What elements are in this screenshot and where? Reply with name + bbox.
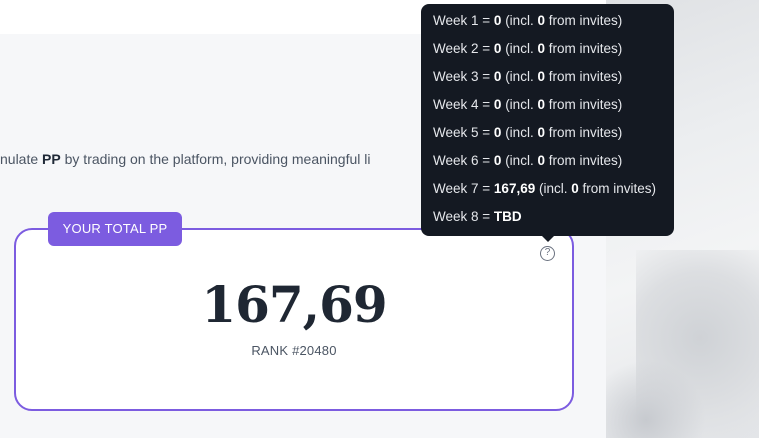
total-pp-tag: YOUR TOTAL PP (48, 212, 182, 246)
week-label: Week 1 = (433, 13, 494, 28)
week-end: from invites) (544, 41, 623, 56)
week-invites: 0 (537, 125, 545, 140)
week-label: Week 2 = (433, 41, 494, 56)
week-mid: (incl. (501, 97, 538, 112)
week-label: Week 7 = (433, 181, 494, 196)
rank-label: RANK #20480 (251, 343, 337, 358)
tooltip-row-week-2: Week 2 = 0 (incl. 0 from invites) (433, 39, 674, 67)
week-mid: (incl. (501, 13, 538, 28)
week-mid: (incl. (501, 41, 538, 56)
week-label: Week 4 = (433, 97, 494, 112)
week-invites: 0 (537, 13, 545, 28)
week-mid: (incl. (501, 125, 538, 140)
week-end: from invites) (544, 13, 623, 28)
intro-prefix: nulate (0, 151, 43, 167)
week-end: from invites) (544, 153, 623, 168)
week-value: 167,69 (493, 181, 536, 196)
week-invites: 0 (571, 181, 579, 196)
week-end: from invites) (544, 125, 623, 140)
week-invites: 0 (537, 153, 545, 168)
week-mid: (incl. (535, 181, 572, 196)
tooltip-row-week-5: Week 5 = 0 (incl. 0 from invites) (433, 123, 674, 151)
week-invites: 0 (537, 97, 545, 112)
intro-text: nulate PP by trading on the platform, pr… (0, 150, 430, 172)
week-label: Week 6 = (433, 153, 494, 168)
week-label: Week 5 = (433, 125, 494, 140)
tooltip-row-week-7: Week 7 = 167,69 (incl. 0 from invites) (433, 179, 674, 207)
tooltip-row-week-8: Week 8 = TBD (433, 207, 674, 235)
week-end: from invites) (544, 69, 623, 84)
tooltip-row-week-4: Week 4 = 0 (incl. 0 from invites) (433, 95, 674, 123)
intro-highlight: PP (42, 151, 61, 167)
week-invites: 0 (537, 69, 545, 84)
tooltip-row-week-3: Week 3 = 0 (incl. 0 from invites) (433, 67, 674, 95)
week-end: from invites) (578, 181, 657, 196)
week-label: Week 8 = (433, 209, 494, 224)
tooltip-row-week-1: Week 1 = 0 (incl. 0 from invites) (433, 11, 674, 39)
intro-suffix: by trading on the platform, providing me… (60, 151, 371, 167)
week-value: TBD (493, 209, 522, 224)
week-label: Week 3 = (433, 69, 494, 84)
tooltip-row-week-6: Week 6 = 0 (incl. 0 from invites) (433, 151, 674, 179)
week-end: from invites) (544, 97, 623, 112)
question-circle-icon[interactable]: ? (540, 246, 555, 261)
total-pp-value: 167,69 (201, 275, 387, 334)
week-invites: 0 (537, 41, 545, 56)
week-mid: (incl. (501, 153, 538, 168)
week-mid: (incl. (501, 69, 538, 84)
weekly-pp-tooltip: Week 1 = 0 (incl. 0 from invites) Week 2… (421, 4, 674, 242)
